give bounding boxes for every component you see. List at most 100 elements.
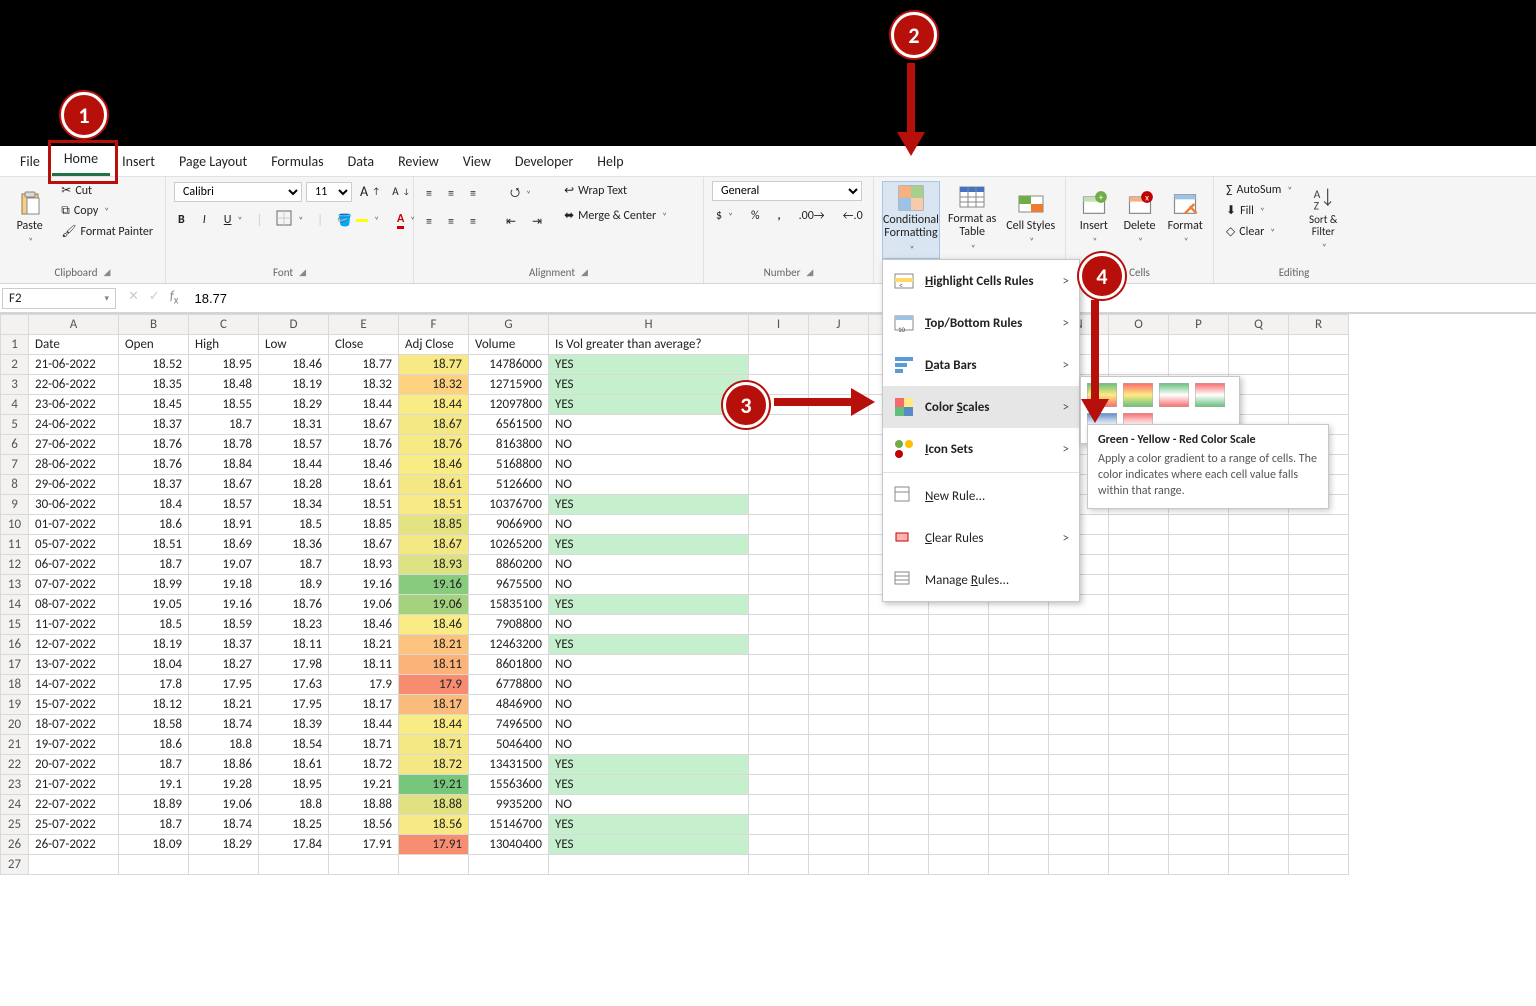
column-header[interactable]: H [549, 315, 749, 335]
cell[interactable]: 18.58 [119, 715, 189, 735]
cell[interactable] [929, 735, 989, 755]
cell[interactable]: 9675500 [469, 575, 549, 595]
cell[interactable]: 5046400 [469, 735, 549, 755]
cell[interactable]: 26-07-2022 [29, 835, 119, 855]
decrease-font-button[interactable]: A↓ [388, 183, 414, 200]
cell[interactable]: 18.55 [189, 395, 259, 415]
cell[interactable] [29, 855, 119, 875]
cell[interactable]: 18.44 [329, 715, 399, 735]
increase-font-button[interactable]: A↑ [356, 181, 384, 202]
cell[interactable] [809, 555, 869, 575]
cell[interactable]: 12715900 [469, 375, 549, 395]
cell[interactable]: 18.69 [189, 535, 259, 555]
tab-page-layout[interactable]: Page Layout [167, 147, 259, 176]
cell[interactable]: 19.16 [329, 575, 399, 595]
cell[interactable] [929, 795, 989, 815]
cell[interactable]: 18.09 [119, 835, 189, 855]
cell[interactable]: 18.6 [119, 515, 189, 535]
column-header[interactable]: G [469, 315, 549, 335]
align-bottom-button[interactable]: ≡ [466, 185, 480, 203]
cell[interactable] [749, 855, 809, 875]
row-header[interactable]: 19 [1, 695, 29, 715]
cell[interactable] [1289, 655, 1349, 675]
font-launcher-icon[interactable]: ◢ [299, 267, 306, 278]
cell[interactable]: 18.51 [119, 535, 189, 555]
cell[interactable] [1289, 795, 1349, 815]
cell[interactable] [809, 435, 869, 455]
cell[interactable] [1169, 615, 1229, 635]
cell[interactable] [749, 675, 809, 695]
cell[interactable] [1109, 795, 1169, 815]
cell[interactable]: 18.7 [189, 415, 259, 435]
cell[interactable] [749, 795, 809, 815]
cell[interactable]: 17.95 [259, 695, 329, 715]
cell[interactable]: 18.7 [119, 555, 189, 575]
cell[interactable] [809, 655, 869, 675]
cell[interactable] [1169, 795, 1229, 815]
cell[interactable]: 12-07-2022 [29, 635, 119, 655]
cell[interactable]: 12097800 [469, 395, 549, 415]
cell[interactable] [1169, 355, 1229, 375]
cell[interactable] [1289, 635, 1349, 655]
align-middle-button[interactable]: ≡ [444, 185, 458, 203]
cell[interactable] [809, 595, 869, 615]
cell[interactable]: 18.29 [189, 835, 259, 855]
row-header[interactable]: 4 [1, 395, 29, 415]
cell[interactable]: 18.99 [119, 575, 189, 595]
cell[interactable] [929, 655, 989, 675]
cell[interactable]: YES [549, 815, 749, 835]
cell[interactable] [869, 675, 929, 695]
cell[interactable] [1109, 355, 1169, 375]
cell[interactable]: YES [549, 375, 749, 395]
scale-ryg[interactable] [1123, 383, 1153, 407]
cell[interactable] [259, 855, 329, 875]
cell[interactable]: 18.51 [329, 495, 399, 515]
cell[interactable] [809, 455, 869, 475]
row-header[interactable]: 16 [1, 635, 29, 655]
cell[interactable]: 18.51 [399, 495, 469, 515]
cell[interactable] [749, 615, 809, 635]
cell[interactable]: 18.72 [399, 755, 469, 775]
cell[interactable]: 08-07-2022 [29, 595, 119, 615]
cell[interactable] [1229, 535, 1289, 555]
cell[interactable] [809, 735, 869, 755]
cell[interactable]: 18.44 [259, 455, 329, 475]
cell[interactable]: 30-06-2022 [29, 495, 119, 515]
cell[interactable]: 18.8 [259, 795, 329, 815]
cell[interactable] [749, 835, 809, 855]
cell[interactable]: 9935200 [469, 795, 549, 815]
cell[interactable]: 18.44 [399, 395, 469, 415]
cell[interactable]: 17.91 [399, 835, 469, 855]
cell[interactable]: 18.67 [189, 475, 259, 495]
row-header[interactable]: 14 [1, 595, 29, 615]
cell[interactable]: 8601800 [469, 655, 549, 675]
column-header[interactable]: I [749, 315, 809, 335]
cell[interactable] [809, 755, 869, 775]
cell[interactable]: 18.8 [189, 735, 259, 755]
cell[interactable] [1109, 715, 1169, 735]
cell[interactable]: NO [549, 795, 749, 815]
column-header[interactable]: B [119, 315, 189, 335]
cell[interactable]: 18.88 [329, 795, 399, 815]
cell[interactable]: 18.28 [259, 475, 329, 495]
cell[interactable]: 18.95 [259, 775, 329, 795]
cell[interactable]: High [189, 335, 259, 355]
cell[interactable]: YES [549, 755, 749, 775]
cell[interactable] [1049, 655, 1109, 675]
cell[interactable] [809, 795, 869, 815]
cell[interactable] [989, 835, 1049, 855]
cell[interactable]: 18.67 [329, 415, 399, 435]
cell[interactable] [1169, 655, 1229, 675]
cell[interactable] [1169, 635, 1229, 655]
cell[interactable]: 19.28 [189, 775, 259, 795]
row-header[interactable]: 13 [1, 575, 29, 595]
cell[interactable]: 18.88 [399, 795, 469, 815]
cell[interactable]: 18.6 [119, 735, 189, 755]
cell[interactable]: 18.11 [399, 655, 469, 675]
cell[interactable]: 18.19 [119, 635, 189, 655]
cell[interactable]: YES [549, 775, 749, 795]
cell[interactable]: 18.29 [259, 395, 329, 415]
cell[interactable] [1289, 715, 1349, 735]
column-header[interactable]: E [329, 315, 399, 335]
cell[interactable] [1289, 375, 1349, 395]
